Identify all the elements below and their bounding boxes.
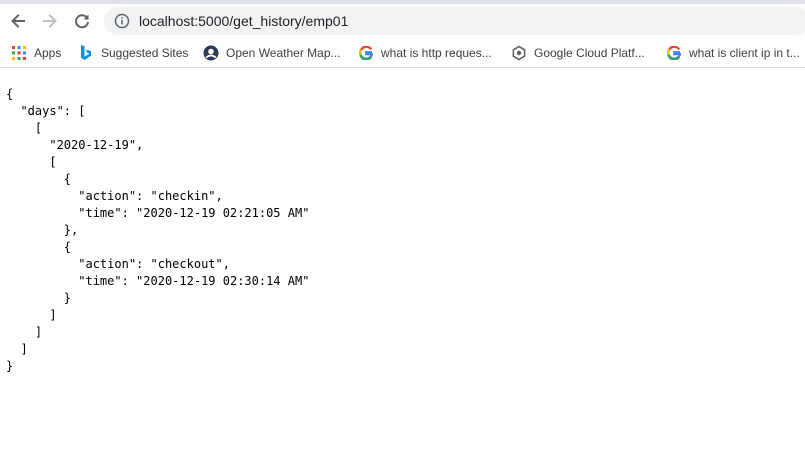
- bookmark-http-request[interactable]: what is http reques...: [358, 45, 492, 61]
- back-button[interactable]: [6, 9, 30, 33]
- bookmark-google-cloud[interactable]: Google Cloud Platf...: [511, 45, 645, 61]
- json-line: },: [6, 223, 79, 237]
- bookmark-label: Google Cloud Platf...: [534, 46, 645, 60]
- bing-icon: [78, 45, 94, 61]
- json-line: "days": [: [6, 104, 86, 118]
- openweather-icon: [203, 45, 219, 61]
- bookmark-label: Open Weather Map...: [226, 46, 341, 60]
- url-text[interactable]: localhost:5000/get_history/emp01: [139, 13, 348, 29]
- bookmark-open-weather-map[interactable]: Open Weather Map...: [203, 45, 341, 61]
- json-line: {: [6, 240, 72, 254]
- json-line: ]: [6, 308, 57, 322]
- google-icon: [358, 45, 374, 61]
- json-line: }: [6, 359, 14, 373]
- google-cloud-icon: [511, 45, 527, 61]
- bookmark-label: what is http reques...: [381, 46, 492, 60]
- bookmark-apps[interactable]: Apps: [11, 45, 61, 61]
- json-line: "action": "checkin",: [6, 189, 223, 203]
- json-line: ]: [6, 325, 43, 339]
- browser-toolbar: localhost:5000/get_history/emp01: [0, 4, 805, 38]
- reload-button[interactable]: [70, 9, 94, 33]
- json-line: "2020-12-19",: [6, 138, 144, 152]
- arrow-left-icon: [11, 14, 25, 28]
- json-line: ]: [6, 342, 28, 356]
- json-line: {: [6, 87, 14, 101]
- bookmark-label: what is client ip in t...: [689, 46, 800, 60]
- json-line: "time": "2020-12-19 02:30:14 AM": [6, 274, 310, 288]
- json-line: {: [6, 172, 72, 186]
- google-icon: [666, 45, 682, 61]
- bookmark-label: Suggested Sites: [101, 46, 189, 60]
- bookmark-client-ip[interactable]: what is client ip in t...: [666, 45, 800, 61]
- bookmark-suggested-sites[interactable]: Suggested Sites: [78, 45, 188, 61]
- json-response-body: { "days": [ [ "2020-12-19", [ { "action"…: [6, 86, 796, 375]
- json-line: "time": "2020-12-19 02:21:05 AM": [6, 206, 310, 220]
- json-line: "action": "checkout",: [6, 257, 230, 271]
- json-line: [: [6, 155, 57, 169]
- bookmarks-bar: Apps Suggested Sites Open Weather Map...: [0, 38, 805, 68]
- bookmark-label: Apps: [34, 46, 62, 60]
- arrow-right-icon: [43, 14, 57, 28]
- reload-icon: [75, 14, 89, 29]
- json-line: [: [6, 121, 43, 135]
- address-bar[interactable]: localhost:5000/get_history/emp01: [104, 7, 805, 35]
- forward-button[interactable]: [38, 9, 62, 33]
- info-icon[interactable]: [114, 13, 130, 29]
- apps-grid-icon: [11, 45, 27, 61]
- json-line: }: [6, 291, 72, 305]
